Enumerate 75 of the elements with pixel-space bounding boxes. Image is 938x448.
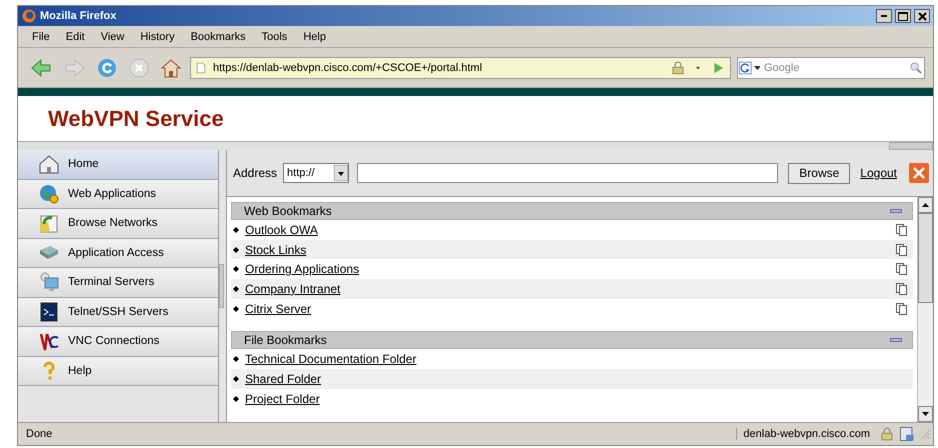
scroll-down-button[interactable] bbox=[918, 406, 933, 422]
collapse-icon[interactable] bbox=[890, 337, 902, 344]
sidebar-item[interactable]: Help bbox=[18, 356, 218, 386]
address-label: Address bbox=[233, 166, 278, 180]
menu-item[interactable]: View bbox=[92, 30, 132, 42]
splitter-handle[interactable] bbox=[219, 264, 224, 308]
browser-logo-icon bbox=[21, 8, 37, 24]
logout-link[interactable]: Logout bbox=[860, 166, 897, 180]
bookmark-link[interactable]: Ordering Applications bbox=[245, 262, 890, 276]
menu-item[interactable]: Help bbox=[295, 30, 334, 42]
address-input[interactable] bbox=[357, 163, 778, 183]
close-button[interactable] bbox=[914, 9, 930, 23]
terminal-icon bbox=[38, 300, 60, 323]
copy-icon[interactable] bbox=[896, 282, 907, 295]
bullet-icon bbox=[233, 306, 239, 312]
sidebar-item[interactable]: Home bbox=[18, 150, 218, 180]
menu-item[interactable]: File bbox=[24, 30, 58, 42]
bullet-icon bbox=[233, 356, 239, 362]
copy-icon[interactable] bbox=[896, 244, 907, 256]
bullet-icon bbox=[233, 396, 239, 402]
lock-icon bbox=[670, 60, 686, 76]
sidebar-item[interactable]: Application Access bbox=[18, 238, 218, 268]
close-icon bbox=[918, 12, 926, 20]
search-field[interactable]: Google bbox=[737, 56, 925, 78]
status-host: denlab-webvpn.cisco.com bbox=[736, 428, 876, 440]
bullet-icon bbox=[233, 376, 239, 382]
up-arrow-icon bbox=[922, 203, 929, 207]
dropdown-icon[interactable] bbox=[754, 66, 760, 70]
browse-button[interactable]: Browse bbox=[788, 162, 850, 184]
collapse-icon[interactable] bbox=[890, 208, 902, 214]
sidebar-item[interactable]: Browse Networks bbox=[18, 209, 218, 238]
page-icon bbox=[195, 60, 207, 74]
page-title: WebVPN Service bbox=[48, 106, 224, 132]
house-icon bbox=[38, 153, 60, 176]
sidebar-item[interactable]: Terminal Servers bbox=[18, 268, 218, 298]
bullet-icon bbox=[233, 286, 239, 292]
status-text: Done bbox=[25, 428, 54, 440]
dropdown-icon[interactable] bbox=[334, 165, 348, 181]
lock-icon bbox=[879, 426, 895, 442]
scroll-thumb[interactable] bbox=[918, 213, 933, 303]
globe-icon bbox=[38, 182, 60, 205]
bullet-icon bbox=[233, 246, 239, 253]
menu-item[interactable]: Edit bbox=[58, 30, 93, 42]
section-title: Web Bookmarks bbox=[244, 204, 332, 218]
minimize-icon bbox=[881, 15, 887, 17]
bullet-icon bbox=[233, 266, 239, 272]
maximize-button[interactable] bbox=[895, 9, 911, 23]
house-icon bbox=[158, 56, 184, 78]
bookmark-link[interactable]: Outlook OWA bbox=[245, 222, 890, 237]
bookmark-link[interactable]: Citrix Server bbox=[245, 302, 890, 316]
section-title: File Bookmarks bbox=[244, 333, 327, 348]
copy-icon[interactable] bbox=[896, 302, 907, 315]
resize-grip-icon bbox=[919, 427, 931, 441]
menu-item[interactable]: Tools bbox=[254, 30, 296, 42]
bookmark-link[interactable]: Project Folder bbox=[245, 392, 907, 406]
menu-item[interactable]: Bookmarks bbox=[182, 30, 254, 42]
copy-icon[interactable] bbox=[896, 224, 907, 236]
sidebar-item[interactable]: VNC Connections bbox=[18, 327, 218, 356]
computer-icon bbox=[38, 271, 60, 294]
bullet-icon bbox=[233, 226, 239, 233]
down-arrow-icon bbox=[922, 412, 929, 416]
window-title: Mozilla Firefox bbox=[40, 10, 118, 22]
maximize-icon bbox=[898, 12, 908, 20]
copy-icon[interactable] bbox=[896, 263, 907, 276]
menu-item[interactable]: History bbox=[132, 30, 183, 42]
close-icon[interactable] bbox=[909, 163, 929, 183]
sidebar-item[interactable]: Telnet/SSH Servers bbox=[18, 298, 218, 327]
scroll-up-button[interactable] bbox=[918, 197, 933, 213]
sidebar-item[interactable]: Web Applications bbox=[18, 180, 218, 209]
url-field[interactable]: https://denlab-webvpn.cisco.com/+CSCOE+/portal.html bbox=[190, 56, 731, 78]
minimize-button[interactable] bbox=[876, 9, 892, 23]
page-info-icon bbox=[898, 425, 916, 443]
protocol-select[interactable]: http:// bbox=[283, 163, 350, 183]
bookmark-link[interactable]: Technical Documentation Folder bbox=[245, 352, 907, 366]
collapse-handle[interactable] bbox=[889, 142, 933, 150]
